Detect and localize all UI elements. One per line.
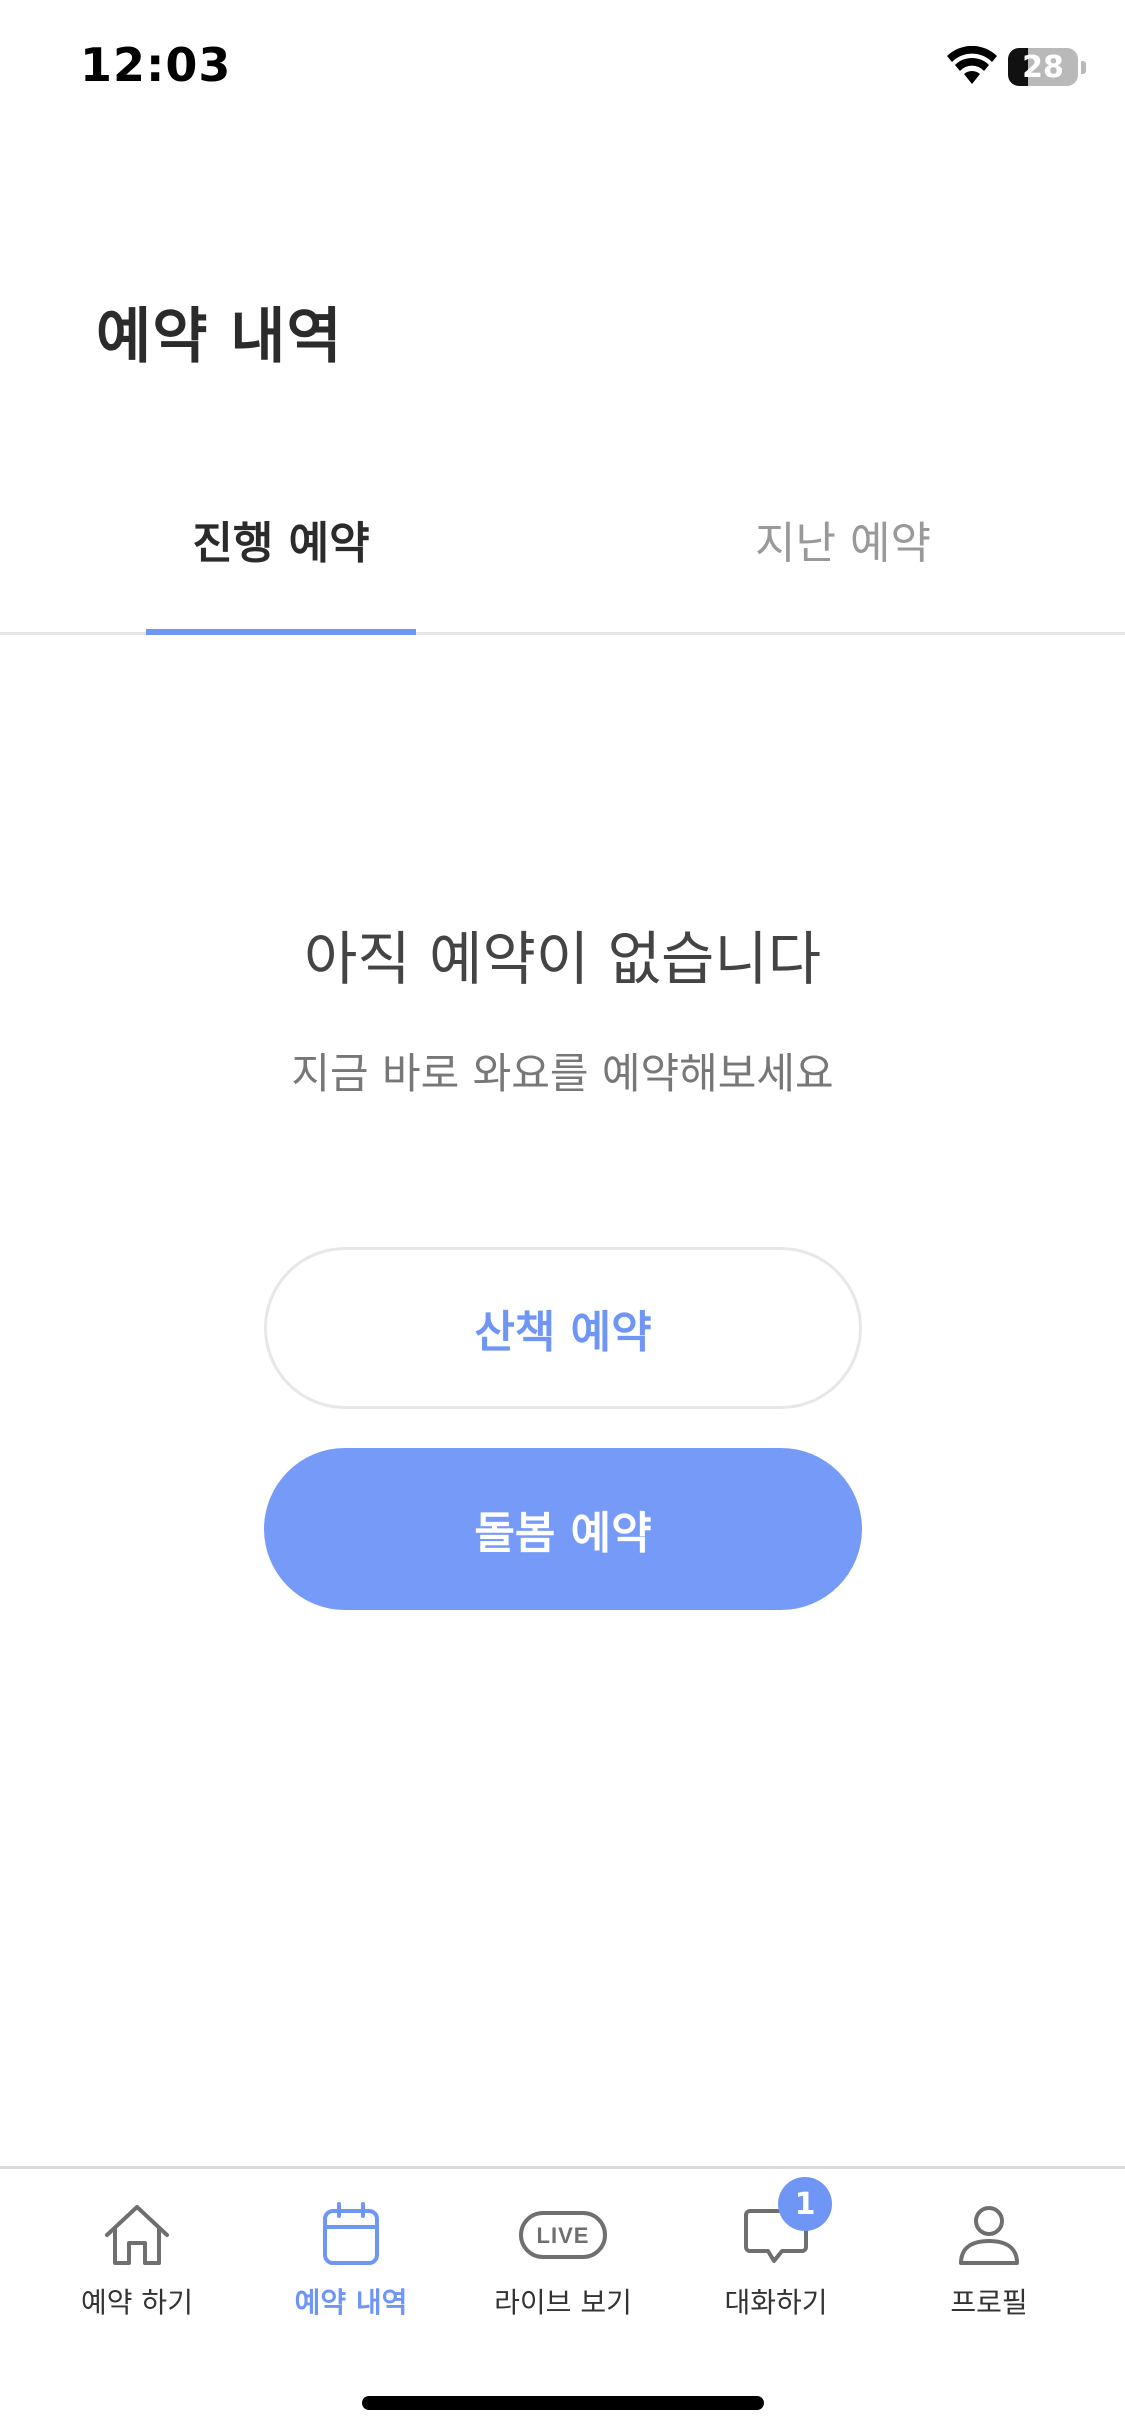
status-time: 12:03 [80,38,232,92]
battery-icon: 28 [1008,48,1078,86]
active-tab-indicator [146,629,416,635]
nav-label-book: 예약 하기 [81,2286,193,2319]
live-icon: LIVE [519,2211,607,2259]
tab-upcoming-reservations[interactable]: 진행 예약 [146,470,416,632]
home-indicator [362,2396,764,2410]
status-bar: 12:03 28 [0,0,1125,140]
nav-item-profile[interactable]: 프로필 [889,2199,1089,2329]
tab-past-reservations[interactable]: 지난 예약 [708,470,978,632]
nav-label-chat: 대화하기 [724,2286,828,2319]
calendar-icon [323,2202,379,2265]
nav-label-profile: 프로필 [950,2286,1028,2319]
nav-item-live[interactable]: LIVE 라이브 보기 [463,2199,663,2329]
nav-label-history: 예약 내역 [294,2286,408,2319]
unread-badge: 1 [778,2177,832,2231]
battery-percent: 28 [1022,50,1064,85]
battery-cap [1081,61,1086,74]
walk-reservation-button[interactable]: 산책 예약 [264,1247,862,1409]
nav-item-history[interactable]: 예약 내역 [251,2199,451,2329]
reservation-tabs: 진행 예약 지난 예약 [0,470,1125,635]
profile-icon [959,2206,1019,2265]
chat-icon-wrapper: 1 [740,2177,832,2271]
empty-state-title: 아직 예약이 없습니다 [303,925,822,993]
svg-text:LIVE: LIVE [537,2223,590,2248]
nav-label-live: 라이브 보기 [494,2286,632,2319]
care-reservation-button[interactable]: 돌봄 예약 [264,1448,862,1610]
page-title: 예약 내역 [96,302,343,372]
home-icon [105,2205,169,2265]
empty-state-subtitle: 지금 바로 와요를 예약해보세요 [291,1049,834,1098]
wifi-icon [947,46,997,84]
nav-item-chat[interactable]: 1 대화하기 [676,2177,876,2329]
nav-item-book[interactable]: 예약 하기 [37,2199,237,2329]
